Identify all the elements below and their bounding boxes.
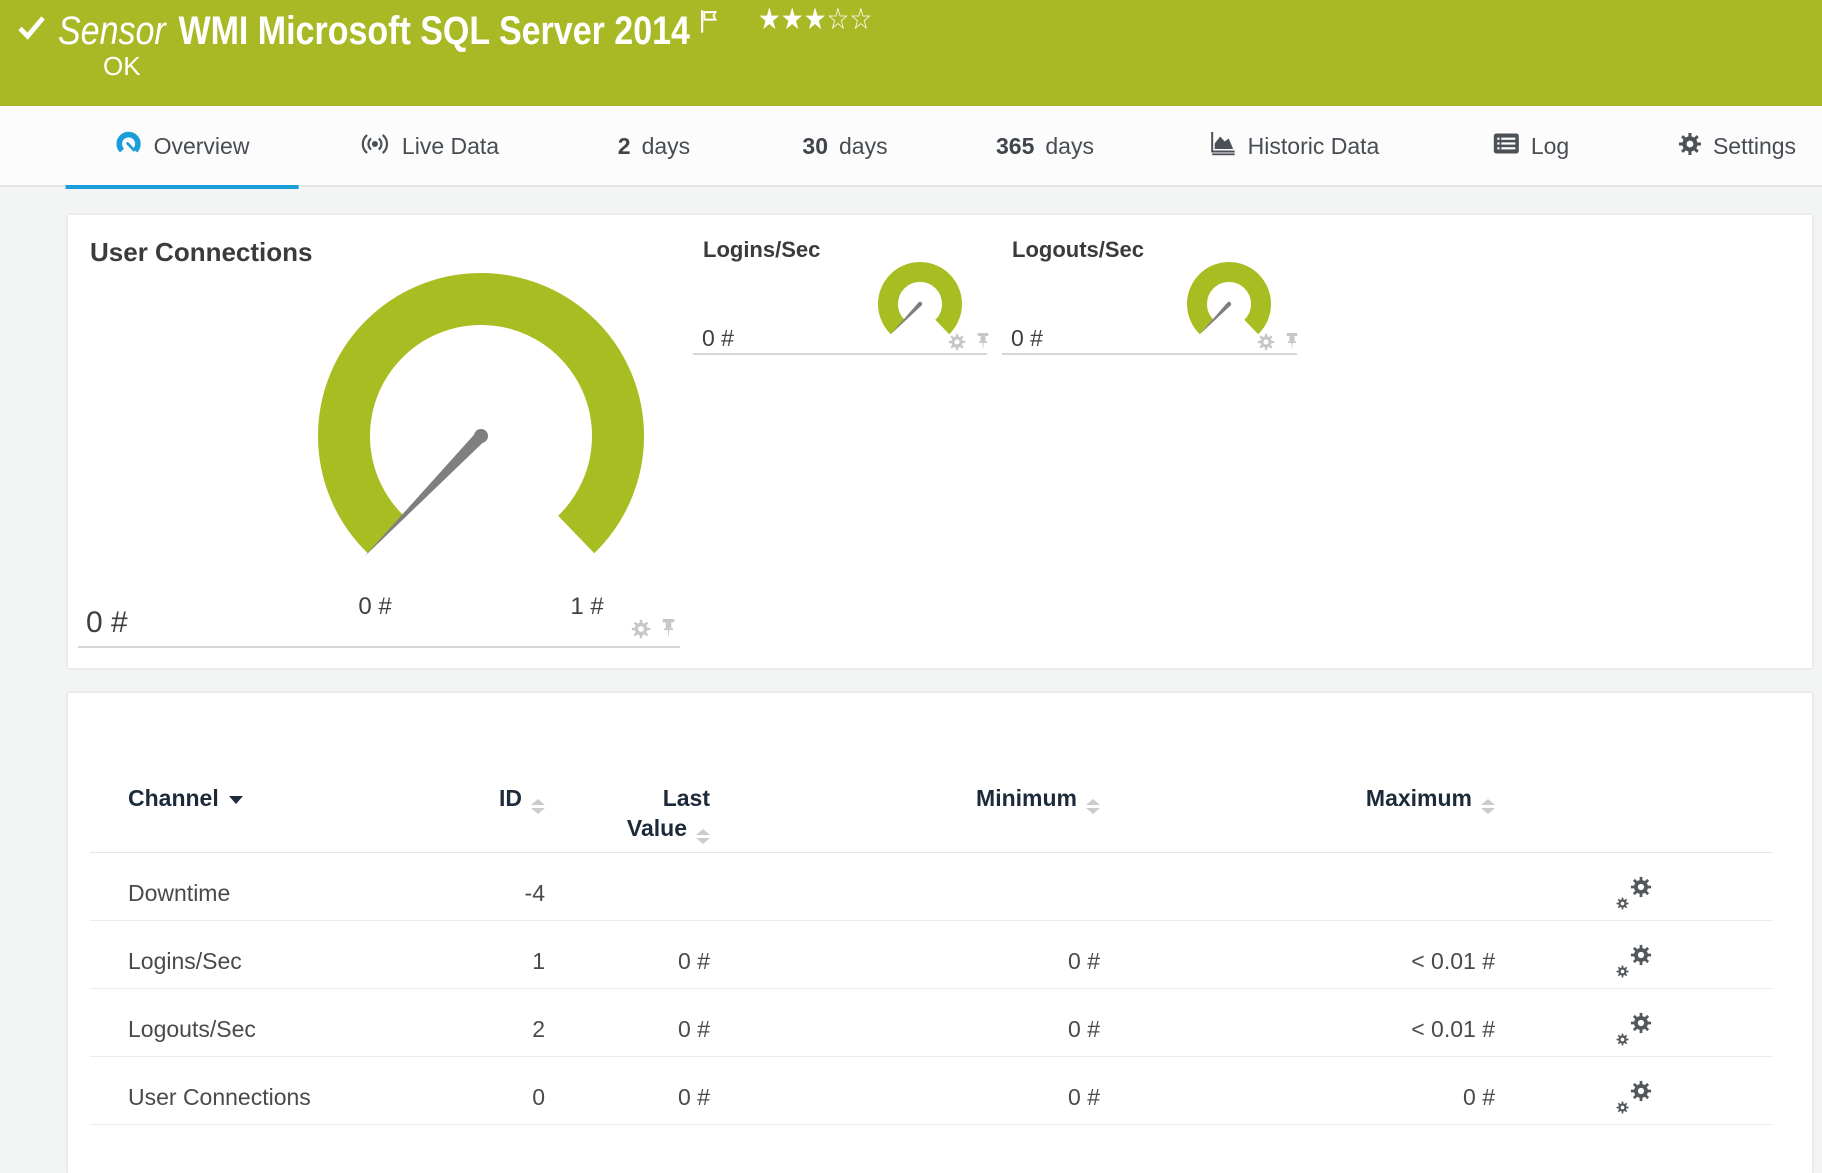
gauge-title: Logins/Sec	[703, 237, 821, 262]
tab-live-data[interactable]: Live Data	[359, 106, 499, 187]
column-header-minimum[interactable]: Minimum	[710, 784, 1100, 844]
gauge-module-user-connections: User Connections 0 # 1 # 0 #	[78, 215, 680, 648]
channel-minimum: 0 #	[1068, 947, 1100, 974]
channel-settings-gears-icon[interactable]	[1616, 876, 1652, 910]
user-connections-gauge	[318, 273, 644, 557]
channel-row-logouts: Logouts/Sec 2 0 # 0 # < 0.01 #	[90, 989, 1773, 1057]
gauge-module-logouts: Logouts/Sec 0 #	[1002, 215, 1297, 355]
gauge-max-label: 1 #	[570, 593, 604, 620]
sort-arrows-icon	[1086, 799, 1100, 814]
settings-gear-icon	[1678, 132, 1702, 162]
channel-settings-gears-icon[interactable]	[1616, 944, 1652, 978]
tab-2-days-number: 2	[617, 133, 631, 159]
tab-bar: Overview Live Data 2 days 30 days 365 da…	[0, 106, 1822, 189]
sort-arrows-icon	[1481, 799, 1495, 814]
channel-minimum: 0 #	[1068, 1015, 1100, 1042]
channel-name[interactable]: Downtime	[90, 880, 400, 907]
channel-name[interactable]: User Connections	[90, 1084, 400, 1111]
channel-id: 0	[532, 1083, 545, 1110]
channel-id: -4	[524, 879, 545, 906]
table-header-row: Channel ID Last Value Minimum Maximum	[90, 693, 1773, 853]
tab-30-days-number: 30	[802, 133, 828, 159]
sensor-title: WMI Microsoft SQL Server 2014	[178, 9, 690, 53]
flag-icon[interactable]	[700, 0, 720, 40]
gauge-title: Logouts/Sec	[1012, 237, 1145, 262]
live-data-icon	[359, 130, 391, 164]
gauge-title: User Connections	[90, 237, 313, 267]
gauge-pin-icon[interactable]	[976, 333, 990, 356]
logins-gauge	[878, 262, 962, 335]
sensor-header: Sensor WMI Microsoft SQL Server 2014 ★★★…	[0, 0, 1822, 106]
tab-settings-label: Settings	[1712, 133, 1797, 159]
channel-maximum: < 0.01 #	[1411, 947, 1495, 974]
tab-365-days-number: 365	[996, 133, 1035, 159]
channel-name[interactable]: Logins/Sec	[90, 948, 400, 975]
gauge-current-value: 0 #	[86, 606, 128, 639]
channel-maximum: < 0.01 #	[1411, 1015, 1495, 1042]
priority-stars[interactable]: ★★★☆☆	[758, 0, 872, 37]
channel-settings-gears-icon[interactable]	[1616, 1012, 1652, 1046]
sort-arrows-icon	[531, 799, 545, 814]
object-kind-label: Sensor	[58, 9, 166, 53]
overview-gauge-icon	[115, 130, 143, 164]
column-header-id[interactable]: ID	[400, 784, 545, 844]
tab-365-days-unit: days	[1045, 133, 1094, 159]
sort-caret-icon	[228, 796, 243, 804]
column-header-last-value[interactable]: Last Value	[545, 784, 710, 844]
tab-30-days[interactable]: 30 days	[802, 106, 887, 187]
gauge-settings-gear-icon[interactable]	[631, 619, 651, 644]
tab-2-days-unit: days	[641, 133, 691, 159]
gauge-settings-gear-icon[interactable]	[1257, 333, 1275, 356]
channel-name[interactable]: Logouts/Sec	[90, 1016, 400, 1043]
channel-last-value: 0 #	[678, 1015, 710, 1042]
tab-live-data-label: Live Data	[401, 133, 500, 159]
column-header-channel[interactable]: Channel	[90, 784, 400, 844]
gauge-pin-icon[interactable]	[661, 619, 676, 644]
tab-log-label: Log	[1530, 133, 1570, 159]
logouts-gauge	[1187, 262, 1271, 335]
gauge-module-logins: Logins/Sec 0 #	[693, 215, 987, 355]
gauge-pin-icon[interactable]	[1285, 333, 1299, 356]
gauge-current-value: 0 #	[702, 325, 734, 351]
channel-maximum: 0 #	[1463, 1083, 1495, 1110]
sort-arrows-icon	[696, 828, 710, 844]
channel-row-user-connections: User Connections 0 0 # 0 # 0 #	[90, 1057, 1773, 1125]
gauge-current-value: 0 #	[1011, 325, 1043, 351]
log-icon	[1493, 132, 1520, 161]
channel-settings-gears-icon[interactable]	[1616, 1080, 1652, 1114]
gauge-min-label: 0 #	[358, 593, 392, 620]
tab-historic-data-label: Historic Data	[1247, 133, 1380, 159]
tab-historic-data[interactable]: Historic Data	[1209, 106, 1380, 187]
channels-table-panel: Channel ID Last Value Minimum Maximum Dow…	[68, 693, 1812, 1173]
sensor-status: OK	[103, 51, 141, 81]
tab-settings[interactable]: Settings	[1678, 106, 1796, 187]
gauge-settings-gear-icon[interactable]	[948, 333, 966, 356]
historic-data-icon	[1209, 130, 1237, 163]
tab-overview[interactable]: Overview	[65, 106, 299, 189]
channel-last-value: 0 #	[678, 947, 710, 974]
tab-2-days[interactable]: 2 days	[618, 106, 690, 187]
status-check-icon	[17, 15, 46, 45]
channel-row-logins: Logins/Sec 1 0 # 0 # < 0.01 #	[90, 921, 1773, 989]
tab-30-days-unit: days	[839, 133, 888, 159]
tab-log[interactable]: Log	[1493, 106, 1569, 187]
gauges-panel: User Connections 0 # 1 # 0 # Logins/Sec …	[68, 215, 1812, 668]
tab-overview-label: Overview	[153, 133, 250, 159]
channel-id: 1	[532, 947, 545, 974]
channel-row-downtime: Downtime -4	[90, 853, 1773, 921]
channel-minimum: 0 #	[1068, 1083, 1100, 1110]
column-header-maximum[interactable]: Maximum	[1100, 784, 1495, 844]
channel-id: 2	[532, 1015, 545, 1042]
tab-365-days[interactable]: 365 days	[996, 106, 1094, 187]
channel-last-value: 0 #	[678, 1083, 710, 1110]
